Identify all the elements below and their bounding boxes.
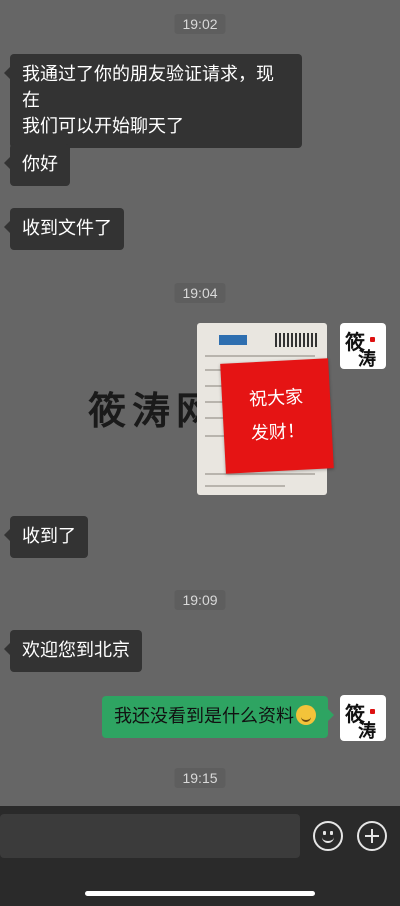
timestamp: 19:09: [174, 590, 226, 610]
avatar[interactable]: 筱 涛: [340, 695, 386, 741]
card-text: 发财！: [250, 420, 306, 445]
message-bubble-incoming[interactable]: 我通过了你的朋友验证请求，现在 我们可以开始聊天了: [4, 54, 302, 148]
message-bubble-incoming[interactable]: 收到了: [4, 516, 88, 558]
avatar-logo-char: 涛: [358, 721, 376, 741]
timestamp: 19:15: [174, 768, 226, 788]
avatar[interactable]: 筱 涛: [340, 323, 386, 369]
message-bubble-outgoing[interactable]: 我还没看到是什么资料: [102, 696, 334, 738]
timestamp: 19:04: [174, 283, 226, 303]
avatar-logo-char: 涛: [358, 349, 376, 369]
image-message[interactable]: 祝大家 发财！: [197, 323, 334, 495]
chat-area[interactable]: 19:02 我通过了你的朋友验证请求，现在 我们可以开始聊天了 你好 收到文件了…: [0, 0, 400, 806]
message-text: 我还没看到是什么资料: [114, 706, 294, 727]
message-text: 你好: [22, 154, 58, 175]
home-indicator[interactable]: [85, 891, 315, 896]
watermark-text: 筱涛网: [88, 388, 197, 433]
message-bubble-incoming[interactable]: 欢迎您到北京: [4, 630, 142, 672]
message-text: 欢迎您到北京: [22, 640, 130, 661]
card-text: 祝大家: [248, 386, 304, 411]
timestamp: 19:02: [174, 14, 226, 34]
input-bar: [0, 806, 400, 906]
message-input[interactable]: [0, 814, 300, 858]
message-text: 我们可以开始聊天了: [22, 116, 184, 137]
message-bubble-incoming[interactable]: 你好: [4, 144, 70, 186]
grin-emoji-icon: [296, 705, 316, 725]
message-bubble-incoming[interactable]: 收到文件了: [4, 208, 124, 250]
plus-icon[interactable]: [357, 821, 387, 851]
emoji-icon[interactable]: [313, 821, 343, 851]
message-text: 收到文件了: [22, 218, 112, 239]
message-text: 收到了: [22, 526, 76, 547]
red-greeting-card: 祝大家 发财！: [220, 358, 334, 474]
message-text: 我通过了你的朋友验证请求，现在: [22, 64, 274, 111]
